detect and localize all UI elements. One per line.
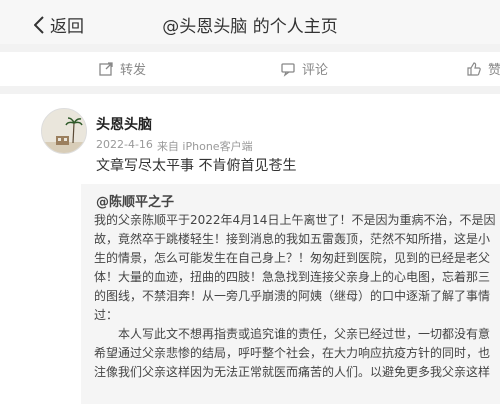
quote-line: 我的父亲陈顺平于2022年4月14日上午离世了！不是因为重病不治，不是因 [94,213,496,227]
page-title: @头恩头脑 的个人主页 [162,17,338,37]
like-button[interactable]: 赞 [466,59,500,78]
comment-icon [280,61,296,77]
quote-author[interactable]: @陈顺平之子 [96,191,174,210]
post-text: 文章写尽太平事 不肯俯首见苍生 [96,158,297,174]
avatar[interactable] [41,108,87,154]
quote-line: 的图线，不禁泪奔！从一旁几乎崩溃的阿姨（继母）的口中逐渐了解了事情 [94,289,491,303]
action-bar: 转发 评论 赞 [0,52,500,86]
quote-line: 注像我们父亲这样因为无法正常就医而痛苦的人们。以避免更多我父亲这样 [94,365,491,379]
comment-label: 评论 [302,63,329,78]
quote-line: 希望通过父亲悲惨的结局，呼吁整个社会，在大力响应抗疫方针的同时，也 [94,346,491,360]
top-bar: 返回 @头恩头脑 的个人主页 [0,0,500,44]
quote-line: 本人写此文不想再指责或追究谁的责任，父亲已经过世，一切都没有意 [118,327,491,341]
username[interactable]: 头恩头脑 [96,114,152,134]
post-source: 来自 iPhone客户端 [156,140,253,153]
repost-label: 转发 [120,63,147,78]
thumbs-up-icon [466,61,482,77]
quote-line: 生的情景，怎么可能发生在自己身上？！匆匆赶到医院，见到的已经是老父 [94,251,491,265]
comment-button[interactable]: 评论 [280,59,328,78]
repost-button[interactable]: 转发 [98,59,146,78]
quote-line: 故，竟然卒于跳楼轻生！接到消息的我如五雷轰顶，茫然不知所措，这是小 [94,232,491,246]
like-label: 赞 [488,63,500,78]
quote-line: 过： [94,308,119,322]
post-meta: 2022-4-16 来自 iPhone客户端 [96,138,253,154]
repost-icon [98,61,114,77]
post-date: 2022-4-16 [96,138,153,151]
quote-line: 体！大量的血迹，扭曲的四肢！急急找到连接父亲身上的心电图，忘着那三 [94,270,491,284]
quote-body: 我的父亲陈顺平于2022年4月14日上午离世了！不是因为重病不治，不是因 故，竟… [94,211,500,382]
